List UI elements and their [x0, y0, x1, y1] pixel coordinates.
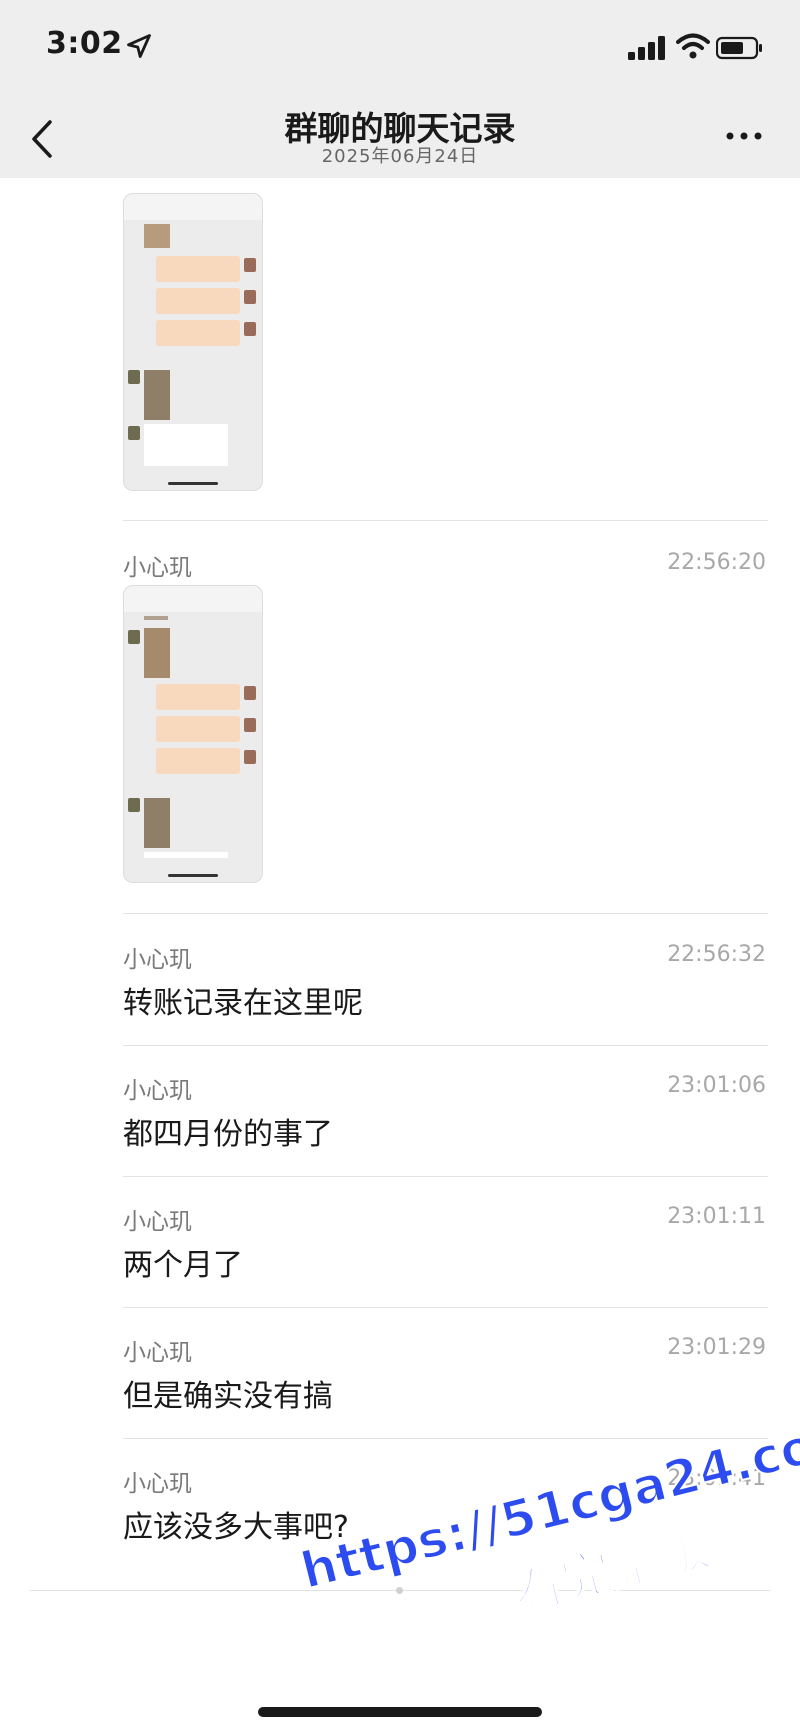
chat-screenshot-image[interactable] [123, 193, 263, 491]
battery-icon [716, 36, 762, 60]
cellular-signal-icon [628, 36, 665, 60]
more-icon[interactable] [724, 128, 764, 144]
message-sender: 小心玑 [123, 1078, 192, 1104]
message-sender: 小心玑 [123, 555, 192, 581]
home-indicator[interactable] [258, 1707, 542, 1717]
message-sender: 小心玑 [123, 947, 192, 973]
message-divider [123, 913, 768, 914]
message-sender: 小心玑 [123, 1471, 192, 1497]
message-divider [123, 520, 768, 521]
message-time: 23:01:11 [667, 1204, 766, 1229]
nav-bar: 群聊的聊天记录 2025年06月24日 [0, 100, 800, 178]
message-time: 23:01:06 [667, 1073, 766, 1098]
message-divider [123, 1307, 768, 1308]
message-text: 都四月份的事了 [123, 1117, 333, 1152]
status-bar: 3:02 [0, 0, 800, 100]
message-sender: 小心玑 [123, 1209, 192, 1235]
status-time: 3:02 [46, 26, 123, 61]
message-text: 但是确实没有搞 [123, 1379, 333, 1414]
message-time: 22:56:32 [667, 942, 766, 967]
page-subtitle-date: 2025年06月24日 [321, 146, 479, 167]
message-time: 23:01:29 [667, 1335, 766, 1360]
message-sender: 小心玑 [123, 1340, 192, 1366]
wifi-icon [676, 33, 710, 59]
message-divider [123, 1045, 768, 1046]
message-time: 22:56:20 [667, 550, 766, 575]
chat-screenshot-image[interactable] [123, 585, 263, 883]
message-text: 两个月了 [123, 1248, 243, 1283]
message-divider [123, 1176, 768, 1177]
location-arrow-icon [127, 34, 151, 58]
message-text: 转账记录在这里呢 [123, 986, 363, 1021]
